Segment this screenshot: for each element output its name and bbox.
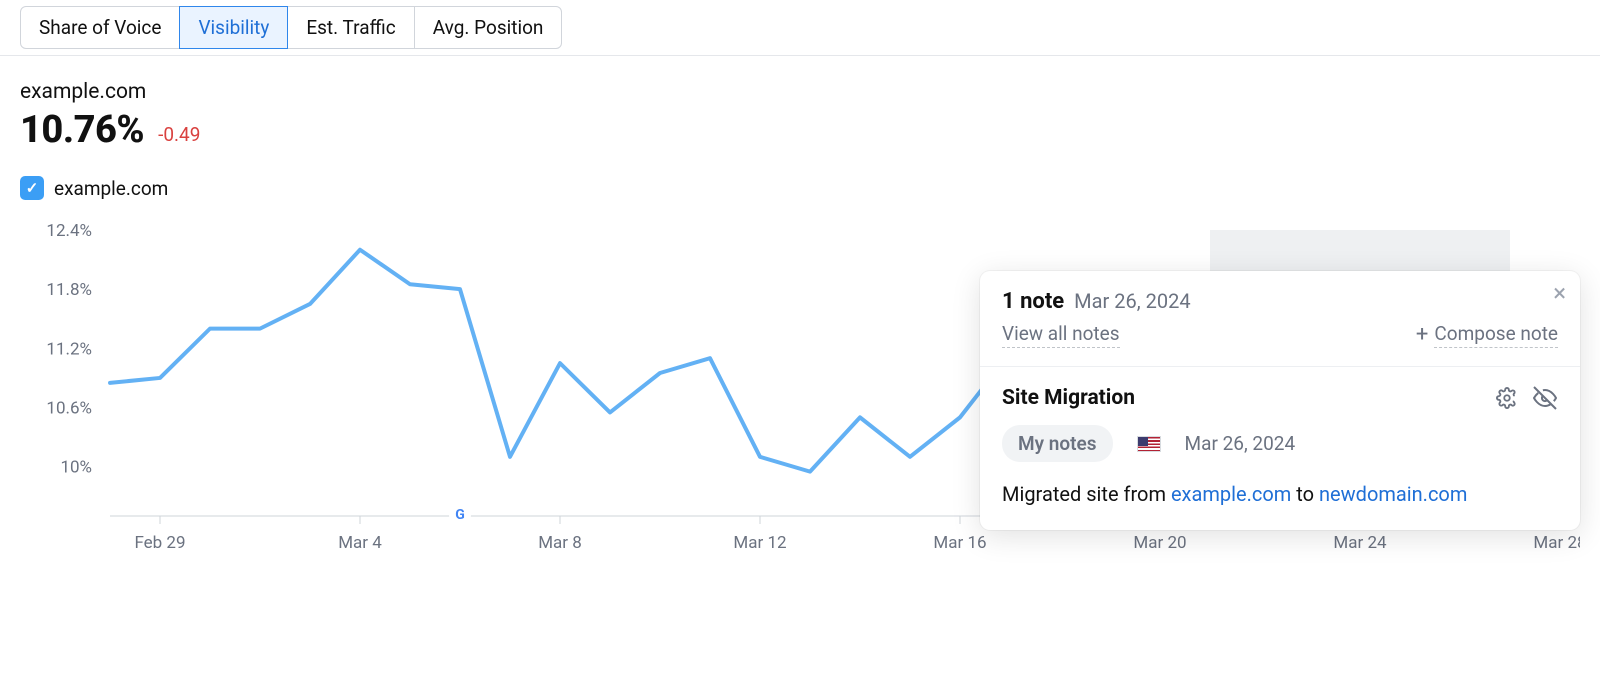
svg-text:10%: 10% [60, 458, 92, 478]
plus-icon: + [1416, 324, 1428, 346]
svg-text:Mar 24: Mar 24 [1333, 533, 1387, 553]
svg-text:10.6%: 10.6% [46, 399, 92, 419]
checkbox-icon[interactable]: ✓ [20, 176, 44, 200]
popover-date: Mar 26, 2024 [1074, 289, 1190, 313]
note-link-2[interactable]: newdomain.com [1319, 482, 1467, 506]
us-flag-icon [1137, 436, 1161, 452]
notes-popover: × 1 note Mar 26, 2024 View all notes + C… [980, 271, 1580, 530]
legend-label: example.com [54, 177, 168, 200]
svg-text:Mar 12: Mar 12 [733, 533, 786, 553]
svg-text:Mar 16: Mar 16 [933, 533, 986, 553]
note-link-1[interactable]: example.com [1171, 482, 1291, 506]
svg-text:Mar 4: Mar 4 [338, 533, 382, 553]
close-icon[interactable]: × [1553, 281, 1566, 305]
visibility-off-icon[interactable] [1532, 385, 1558, 411]
note-date: Mar 26, 2024 [1185, 432, 1296, 455]
svg-text:11.2%: 11.2% [46, 339, 92, 359]
svg-text:Mar 20: Mar 20 [1133, 533, 1186, 553]
svg-text:11.8%: 11.8% [46, 280, 92, 300]
svg-text:Feb 29: Feb 29 [134, 533, 185, 553]
domain-label: example.com [20, 80, 1580, 104]
note-body: Migrated site from example.com to newdom… [1002, 480, 1558, 508]
metric-tabs: Share of VoiceVisibilityEst. TrafficAvg.… [20, 6, 562, 49]
google-update-icon: G [449, 504, 471, 526]
tab-visibility[interactable]: Visibility [179, 6, 288, 49]
svg-text:12.4%: 12.4% [46, 221, 92, 241]
tab-share-of-voice[interactable]: Share of Voice [20, 6, 180, 49]
note-tag[interactable]: My notes [1002, 425, 1113, 462]
tab-est-traffic[interactable]: Est. Traffic [287, 6, 414, 49]
note-title: Site Migration [1002, 386, 1482, 410]
series-legend[interactable]: ✓ example.com [20, 176, 1580, 200]
view-all-notes-link[interactable]: View all notes [1002, 322, 1120, 348]
metric-delta: -0.49 [158, 123, 200, 152]
compose-note-button[interactable]: + Compose note [1416, 322, 1558, 348]
svg-text:Mar 28: Mar 28 [1533, 533, 1580, 553]
metric-value: 10.76% [20, 108, 144, 152]
svg-text:Mar 8: Mar 8 [538, 533, 582, 553]
popover-title: 1 note [1002, 289, 1064, 314]
gear-icon[interactable] [1494, 385, 1520, 411]
tab-avg-position[interactable]: Avg. Position [414, 6, 563, 49]
